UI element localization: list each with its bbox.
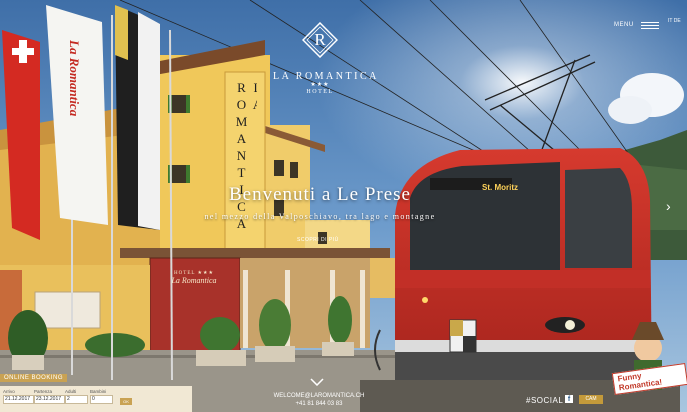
children-select[interactable]: 0 bbox=[90, 395, 113, 404]
brand-name: LA ROMANTICA bbox=[273, 71, 379, 82]
flag-text: La Romantica bbox=[67, 40, 82, 117]
adults-select[interactable]: 2 bbox=[65, 395, 88, 404]
entrance-sign: HOTEL ★★★ La Romantica bbox=[171, 271, 217, 285]
logo-letter: R bbox=[314, 30, 326, 49]
arrival-field: Arrivo 21.12.2017 bbox=[3, 389, 34, 404]
scroll-down-chevron-icon[interactable] bbox=[310, 373, 324, 391]
brand-type: HOTEL bbox=[306, 89, 334, 95]
departure-field: Partenza 23.12.2017 bbox=[34, 389, 65, 404]
email-link[interactable]: WELCOME@LAROMANTICA.CH bbox=[266, 392, 372, 400]
language-switcher[interactable]: IT DE bbox=[668, 18, 681, 24]
social-label: #SOCIAL bbox=[526, 396, 564, 405]
booking-submit-button[interactable]: OK bbox=[120, 398, 132, 405]
children-field: Bambini 0 bbox=[90, 389, 113, 404]
facebook-icon[interactable]: f bbox=[565, 395, 573, 403]
arrival-input[interactable]: 21.12.2017 bbox=[3, 395, 34, 404]
contact-info: WELCOME@LAROMANTICA.CH +41 81 844 03 83 bbox=[266, 392, 372, 408]
slider-next-arrow-icon[interactable]: › bbox=[666, 198, 671, 214]
departure-input[interactable]: 23.12.2017 bbox=[34, 395, 65, 404]
phone-link[interactable]: +41 81 844 03 83 bbox=[266, 400, 372, 408]
building-sign: LA ROMANTICA bbox=[234, 80, 257, 233]
hamburger-menu-icon[interactable] bbox=[641, 22, 659, 31]
menu-label[interactable]: MENU bbox=[614, 22, 634, 28]
logo-diamond-icon: R bbox=[301, 21, 339, 59]
booking-form: Arrivo 21.12.2017 Partenza 23.12.2017 Ad… bbox=[0, 386, 192, 412]
discover-more-link[interactable]: SCOPRI DI PIÙ bbox=[297, 237, 339, 243]
brand-stars: ★★★ bbox=[310, 82, 330, 88]
hero-headline: Benvenuti a Le Prese bbox=[229, 184, 411, 205]
adults-field: Adulti 2 bbox=[65, 389, 88, 404]
hero-subline: nel mezzo della Valposchiavo, tra lago e… bbox=[204, 212, 436, 221]
hotel-logo[interactable]: R LA ROMANTICA ★★★ HOTEL bbox=[273, 21, 376, 95]
online-booking-tab[interactable]: ONLINE BOOKING bbox=[0, 374, 68, 382]
webcam-button[interactable]: CAM bbox=[579, 395, 603, 404]
